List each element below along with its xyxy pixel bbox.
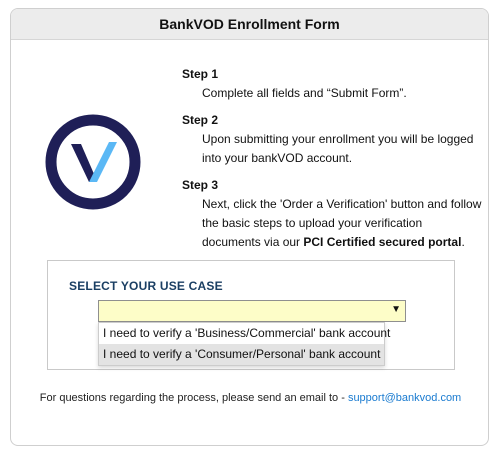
step-3-title: Step 3 [182, 178, 219, 192]
step-3-text-part2: . [461, 235, 465, 249]
option-consumer-personal[interactable]: I need to verify a 'Consumer/Personal' b… [99, 344, 384, 365]
use-case-options-list: I need to verify a 'Business/Commercial'… [98, 322, 390, 366]
pci-portal-text: PCI Certified secured portal [303, 235, 462, 249]
use-case-panel: SELECT YOUR USE CASE ▼ I need to verify … [47, 260, 455, 370]
step-1-text: Complete all fields and “Submit Form”. [202, 86, 407, 100]
steps-list: Step 1 Complete all fields and “Submit F… [182, 65, 482, 252]
enrollment-form-card: BankVOD Enrollment Form Step 1 Complete … [10, 8, 489, 446]
form-title: BankVOD Enrollment Form [11, 9, 488, 40]
step-3-text: Next, click the 'Order a Verification' b… [202, 195, 482, 252]
dropdown-arrow-icon[interactable]: ▼ [391, 304, 401, 315]
option-business-commercial[interactable]: I need to verify a 'Business/Commercial'… [99, 323, 390, 344]
step-2-title: Step 2 [182, 113, 219, 127]
use-case-select[interactable]: ▼ [98, 300, 406, 322]
support-footer: For questions regarding the process, ple… [11, 392, 488, 404]
step-1-title: Step 1 [182, 67, 219, 81]
step-2-text: Upon submitting your enrollment you will… [202, 132, 474, 165]
support-email-link[interactable]: support@bankvod.com [348, 392, 461, 404]
use-case-label: SELECT YOUR USE CASE [69, 279, 223, 293]
footer-text: For questions regarding the process, ple… [39, 392, 348, 404]
bankvod-v-logo-icon [45, 114, 141, 210]
